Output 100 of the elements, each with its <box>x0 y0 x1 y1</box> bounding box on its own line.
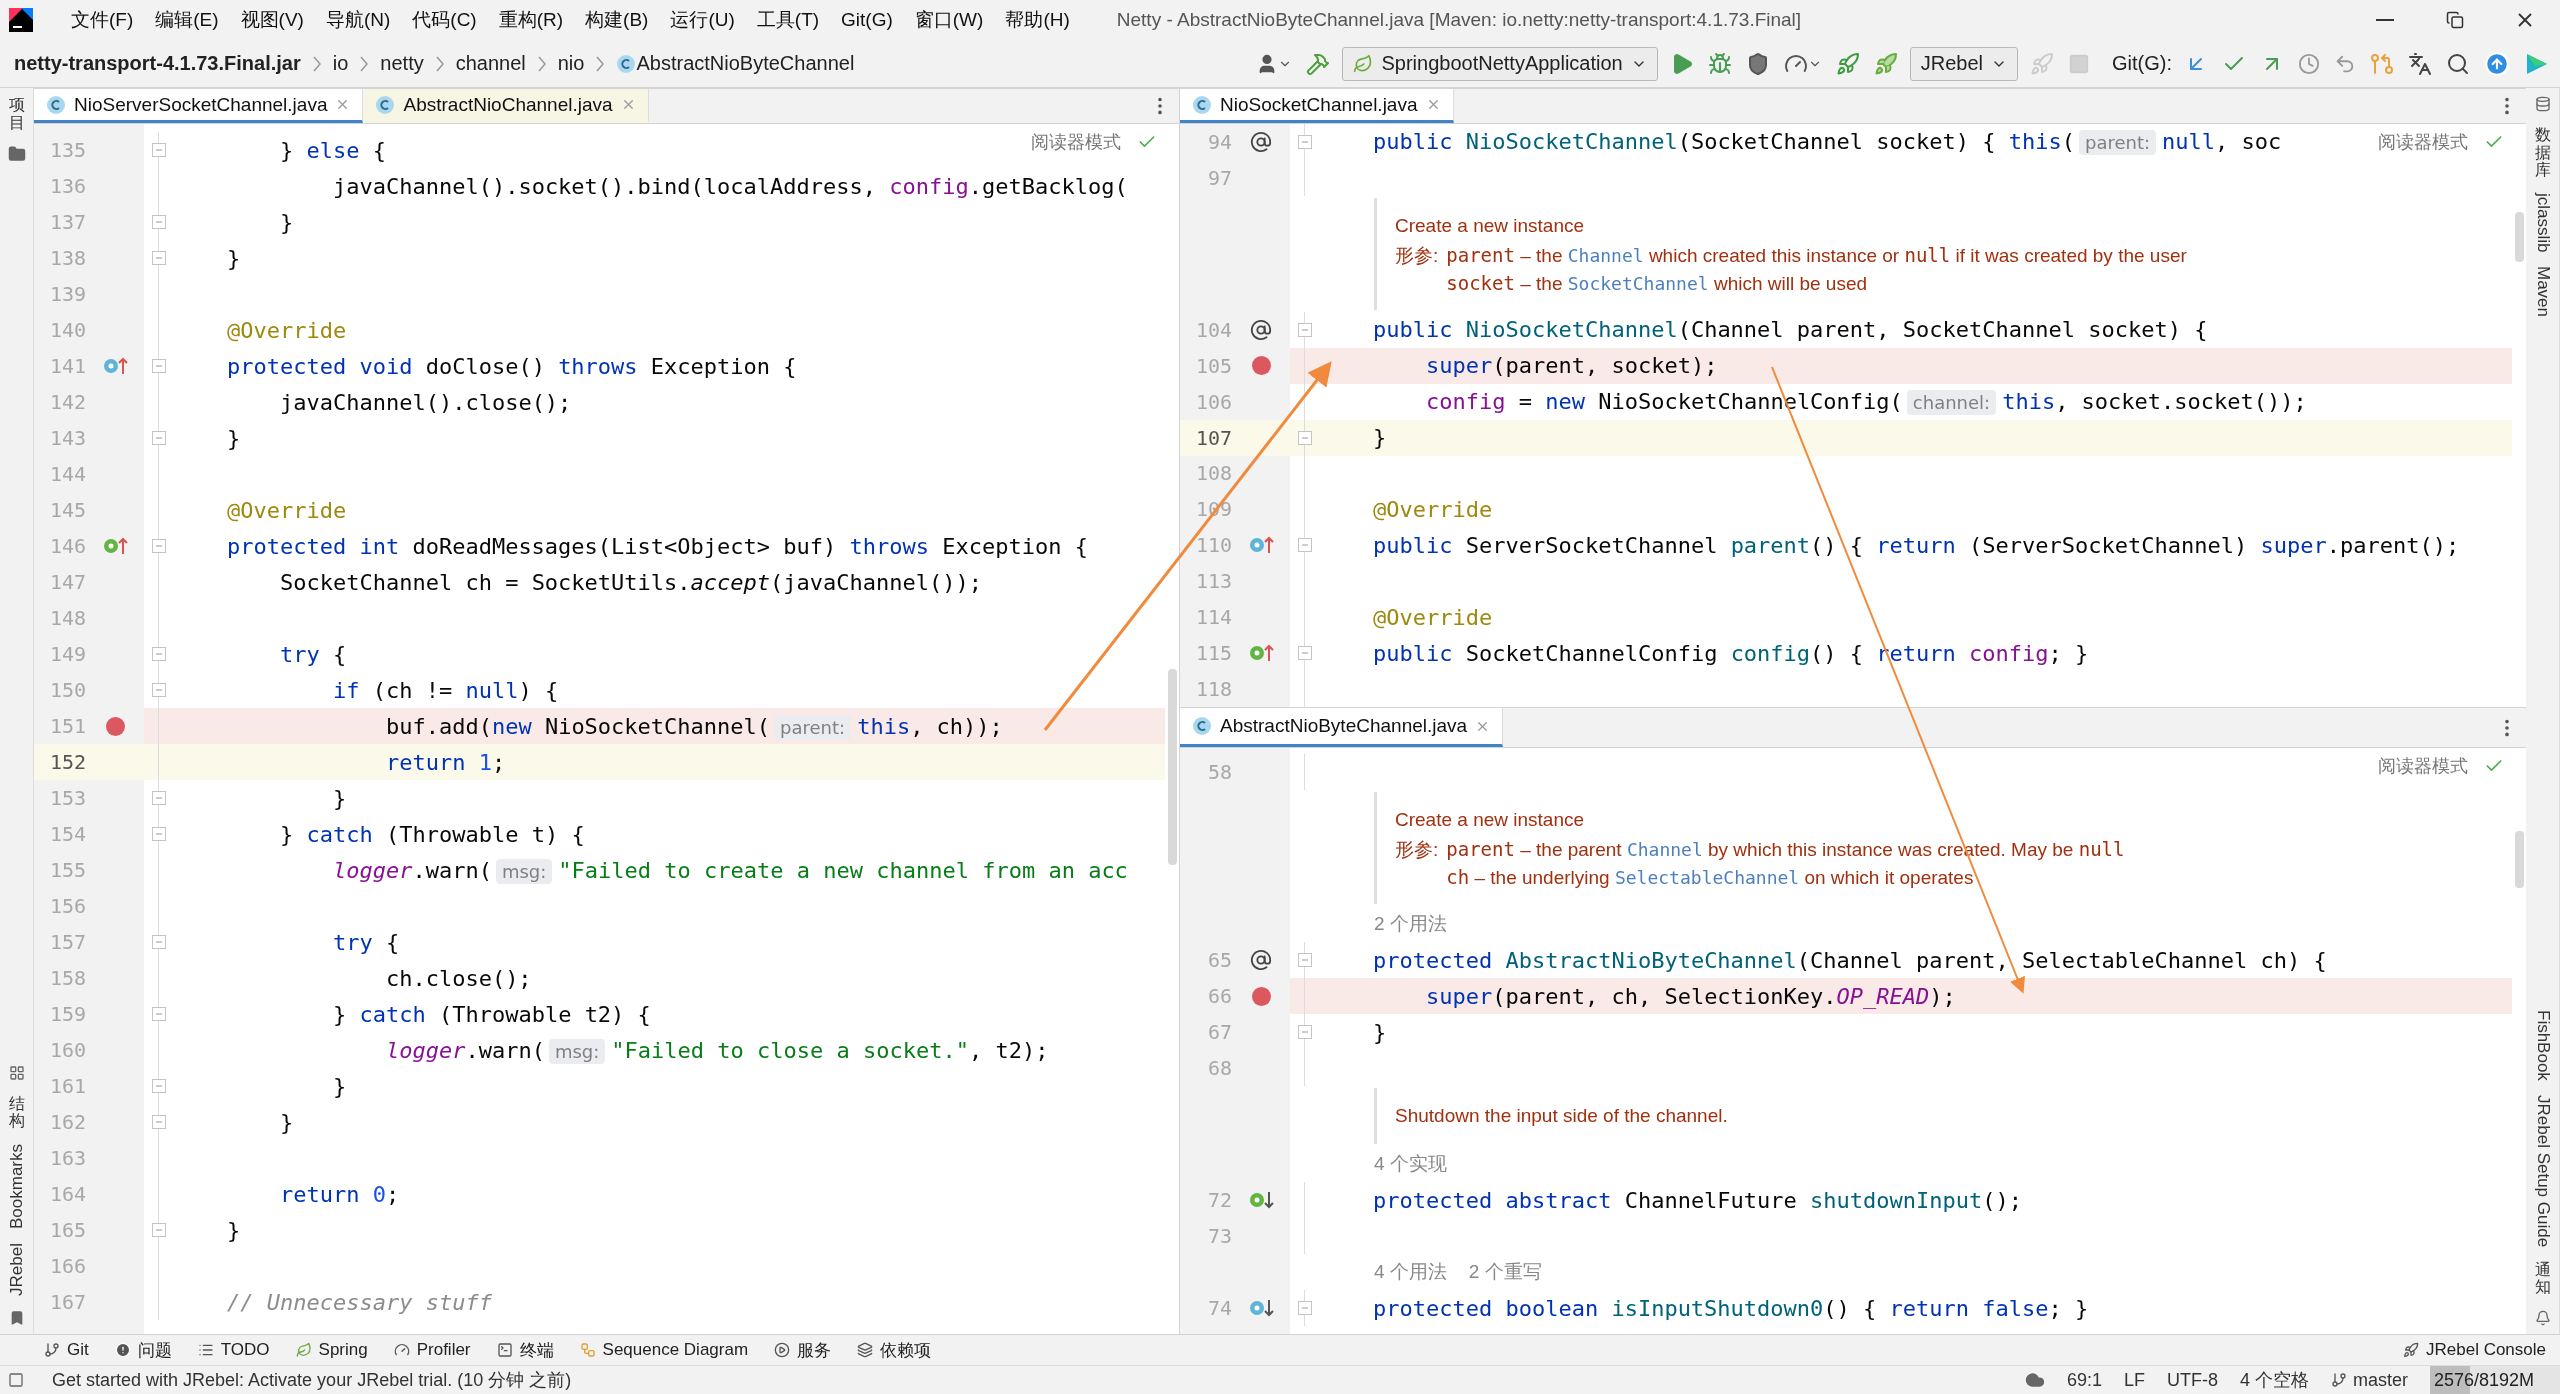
status-item[interactable]: master <box>2331 1369 2408 1391</box>
at-sign-icon[interactable] <box>1250 318 1272 341</box>
line-number: 113 <box>1194 569 1232 594</box>
usage-hint[interactable]: 2 个重写 <box>1468 1259 1542 1285</box>
menu-item[interactable]: 运行(U) <box>659 7 746 33</box>
breakpoint-icon[interactable] <box>1251 356 1271 376</box>
menu-item[interactable]: Git(G) <box>830 9 904 31</box>
editor-tab[interactable]: NioSocketChannel.java <box>1180 89 1454 123</box>
fold-icon[interactable] <box>1298 953 1312 967</box>
tool-window-button[interactable]: Sequence Diagram <box>579 1340 749 1360</box>
menu-item[interactable]: 工具(T) <box>745 7 831 33</box>
breadcrumb[interactable]: netty <box>380 52 424 75</box>
status-item[interactable]: LF <box>2123 1369 2145 1391</box>
tool-window-button[interactable]: 终端 <box>496 1338 554 1362</box>
menu-item[interactable]: 导航(N) <box>314 7 402 33</box>
menu-item[interactable]: 视图(V) <box>229 7 315 33</box>
tool-window-button[interactable]: 项目 <box>8 96 25 132</box>
tool-window-button[interactable]: 依赖项 <box>857 1338 932 1362</box>
fold-icon[interactable] <box>152 359 166 373</box>
fold-icon[interactable] <box>152 683 166 697</box>
editor-tab[interactable]: NioServerSocketChannel.java <box>34 89 364 123</box>
tool-window-button[interactable]: Maven <box>2532 266 2553 318</box>
fold-icon[interactable] <box>1298 646 1312 661</box>
tool-window-button[interactable]: Git <box>44 1340 89 1360</box>
status-item[interactable]: UTF-8 <box>2166 1369 2218 1391</box>
tool-window-button[interactable]: FishBook <box>2532 1009 2553 1081</box>
run-config-dropdown[interactable]: SpringbootNettyApplication <box>1342 46 1658 81</box>
tool-window-button[interactable]: 服务 <box>774 1338 832 1362</box>
menu-item[interactable]: 帮助(H) <box>994 7 1081 33</box>
line-number: 139 <box>48 282 86 306</box>
fold-icon[interactable] <box>1298 322 1312 337</box>
fold-icon[interactable] <box>152 1115 166 1129</box>
tool-window-button[interactable]: JRebel Console <box>2403 1340 2546 1360</box>
menu-item[interactable]: 窗口(W) <box>903 7 995 33</box>
breadcrumb[interactable]: nio <box>557 52 585 75</box>
tool-window-button[interactable]: 数据库 <box>2534 126 2551 179</box>
tool-window-button[interactable]: 结构 <box>8 1094 25 1131</box>
fold-icon[interactable] <box>152 143 166 157</box>
breadcrumb[interactable]: channel <box>455 52 526 75</box>
fold-icon[interactable] <box>152 251 166 265</box>
at-sign-icon[interactable] <box>1250 130 1272 153</box>
tool-window-button[interactable]: Profiler <box>393 1340 471 1360</box>
usage-hint[interactable]: 4 个实现 <box>1374 1151 1447 1177</box>
editor-tab[interactable]: AbstractNioByteChannel.java <box>1180 708 1504 747</box>
code-line: @Override <box>227 497 347 523</box>
tool-window-button[interactable]: JRebel <box>6 1243 27 1296</box>
menu-item[interactable]: 文件(F) <box>60 7 145 33</box>
jrebel-dropdown[interactable]: JRebel <box>1909 46 2018 81</box>
fold-icon[interactable] <box>152 431 166 445</box>
menu-item[interactable]: 重构(R) <box>487 7 575 33</box>
usage-hint[interactable]: 4 个用法 <box>1374 1259 1447 1285</box>
fold-icon[interactable] <box>152 1007 166 1021</box>
tool-window-button[interactable]: 问题 <box>114 1338 172 1362</box>
editor-tab[interactable]: AbstractNioChannel.java <box>363 89 649 123</box>
tool-window-button[interactable]: JRebel Setup Guide <box>2532 1094 2553 1247</box>
menu-item[interactable]: 构建(B) <box>574 7 660 33</box>
fold-icon[interactable] <box>152 1079 166 1093</box>
usage-hint[interactable]: 2 个用法 <box>1374 911 1447 937</box>
tool-window-button[interactable]: Bookmarks <box>6 1144 27 1230</box>
scrollbar-thumb[interactable] <box>2515 831 2524 888</box>
breadcrumb[interactable]: io <box>332 52 349 75</box>
breakpoint-icon[interactable] <box>105 716 125 736</box>
memory-indicator[interactable]: 2576/8192M <box>2430 1365 2560 1394</box>
line-number: 97 <box>1206 165 1232 190</box>
fold-icon[interactable] <box>152 935 166 949</box>
git-label: Git(G): <box>2112 52 2172 75</box>
breadcrumb[interactable]: netty-transport-4.1.73.Final.jar <box>14 52 301 75</box>
fold-icon[interactable] <box>1298 1301 1312 1315</box>
tool-window-button[interactable]: jclasslib <box>2532 192 2553 253</box>
at-sign-icon[interactable] <box>1250 949 1272 971</box>
tool-window-button[interactable]: 通知 <box>2534 1260 2551 1296</box>
fold-icon[interactable] <box>1298 1025 1312 1039</box>
dot-arrow-icon[interactable] <box>1248 1189 1274 1211</box>
fold-icon[interactable] <box>1298 538 1312 553</box>
tool-window-button[interactable]: Spring <box>295 1340 368 1360</box>
fold-icon[interactable] <box>1298 134 1312 149</box>
scrollbar-thumb[interactable] <box>1168 669 1177 865</box>
menu-item[interactable]: 编辑(E) <box>144 7 230 33</box>
fold-icon[interactable] <box>152 827 166 841</box>
tool-window-button[interactable]: TODO <box>197 1340 270 1360</box>
fold-icon[interactable] <box>152 647 166 661</box>
fold-icon[interactable] <box>1298 430 1312 445</box>
status-message[interactable]: Get started with JRebel: Activate your JRebel trial. (10 分钟 之前) <box>52 1368 572 1392</box>
breadcrumb[interactable]: AbstractNioByteChannel <box>636 52 855 75</box>
line-number: 137 <box>48 210 86 234</box>
status-item[interactable]: 4 个空格 <box>2239 1368 2309 1392</box>
dot-arrow-icon[interactable] <box>1248 1297 1274 1319</box>
line-number: 143 <box>48 426 86 450</box>
menu-item[interactable]: 代码(C) <box>401 7 488 33</box>
fold-icon[interactable] <box>152 791 166 805</box>
line-number: 147 <box>48 570 86 594</box>
breakpoint-icon[interactable] <box>1251 986 1271 1006</box>
dot-arrow-icon[interactable] <box>102 535 128 557</box>
fold-icon[interactable] <box>152 1223 166 1237</box>
fold-icon[interactable] <box>152 215 166 229</box>
status-item[interactable]: 69:1 <box>2066 1369 2102 1391</box>
fold-icon[interactable] <box>152 539 166 553</box>
code-line: protected void doClose() throws Exception { <box>227 353 797 379</box>
dot-arrow-icon[interactable] <box>102 355 128 377</box>
scrollbar-thumb[interactable] <box>2515 212 2524 262</box>
